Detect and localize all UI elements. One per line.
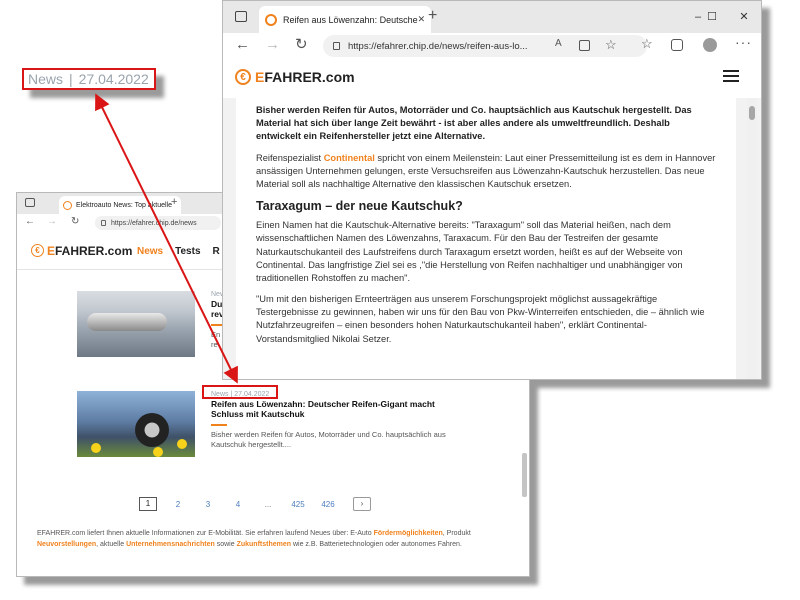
brand-rest: FAHRER.com xyxy=(264,69,355,85)
page-link[interactable]: 426 xyxy=(313,500,343,509)
title-underline xyxy=(211,423,227,426)
article-subheading: Taraxagum – der neue Kautschuk? xyxy=(256,199,463,214)
address-bar-row: ← → ↻ https://efahrer.chip.de/news/reife… xyxy=(223,33,761,57)
efahrer-favicon-icon xyxy=(265,13,277,26)
tab-title: Elektroauto News: Top aktuelle xyxy=(76,201,172,209)
footer-text: , aktuelle xyxy=(96,540,127,548)
lock-icon xyxy=(333,42,340,50)
list-item[interactable]: News | 27.04.2022 Reifen aus Löwenzahn: … xyxy=(77,391,455,457)
callout-separator: | xyxy=(69,71,73,87)
efahrer-logo[interactable]: € E FAHRER.com xyxy=(31,244,132,258)
dandelion-graphic xyxy=(177,439,187,449)
efahrer-logo-icon: € xyxy=(235,69,251,85)
callout-category: News xyxy=(28,71,64,87)
next-page-button[interactable]: › xyxy=(353,497,371,511)
tab-title: Reifen aus Löwenzahn: Deutsche xyxy=(283,14,418,25)
dandelion-graphic xyxy=(91,443,101,453)
app-available-icon[interactable] xyxy=(579,40,590,51)
article-paragraph: Einen Namen hat die Kautschuk-Alternativ… xyxy=(256,220,683,283)
article-paragraph: "Um mit den bisherigen Ernteerträgen aus… xyxy=(256,294,705,344)
forward-arrow-icon[interactable]: → xyxy=(47,217,57,227)
nav-item-tests[interactable]: Tests xyxy=(175,246,200,257)
profile-avatar[interactable] xyxy=(703,38,717,52)
tab-news-list[interactable]: Elektroauto News: Top aktuelle xyxy=(59,196,181,214)
article-lead: Bisher werden Reifen für Autos, Motorräd… xyxy=(256,105,692,142)
page-link[interactable]: 2 xyxy=(163,500,193,509)
article-thumbnail[interactable] xyxy=(77,391,195,457)
url-text: https://efahrer.chip.de/news xyxy=(111,219,197,227)
url-text: https://efahrer.chip.de/news/reifen-aus-… xyxy=(348,40,528,52)
page-link[interactable]: 3 xyxy=(193,500,223,509)
page-content-area: Bisher werden Reifen für Autos, Motorräd… xyxy=(223,98,761,379)
paragraph-text: Reifenspezialist xyxy=(256,152,324,163)
page-ellipsis: ... xyxy=(264,499,272,509)
annotation-highlight-box xyxy=(202,385,278,399)
pagination: 1 2 3 4 ... 425 426 › xyxy=(139,497,371,511)
reload-icon[interactable]: ↻ xyxy=(71,217,79,227)
favorites-icon[interactable]: ☆ xyxy=(641,37,653,50)
article-body: Bisher werden Reifen für Autos, Motorräd… xyxy=(236,98,736,379)
brand-prefix: E xyxy=(47,243,56,258)
callout-date: 27.04.2022 xyxy=(78,71,149,87)
tab-article[interactable]: Reifen aus Löwenzahn: Deutsche ✕ xyxy=(259,6,431,33)
maximize-icon[interactable]: ☐ xyxy=(697,1,727,33)
article-paragraph: Reifenspezialist Continental spricht von… xyxy=(256,152,716,192)
lock-icon xyxy=(101,220,106,226)
footer-link[interactable]: Neuvorstellungen xyxy=(37,541,96,548)
brand-rest: FAHRER.com xyxy=(55,243,133,258)
hamburger-menu-icon[interactable] xyxy=(723,70,739,82)
footer-text: wie z.B. Batterietechnologien oder auton… xyxy=(291,540,462,548)
url-field[interactable]: https://efahrer.chip.de/news/reifen-aus-… xyxy=(323,35,647,57)
scrollbar[interactable] xyxy=(522,453,527,497)
article-text: News | 27.04.2022 Reifen aus Löwenzahn: … xyxy=(195,391,455,457)
nav-item-more[interactable]: R xyxy=(213,246,220,257)
article-thumbnail[interactable] xyxy=(77,291,195,357)
tab-actions-icon[interactable] xyxy=(235,11,247,22)
url-field[interactable]: https://efahrer.chip.de/news xyxy=(95,216,221,230)
zoom-callout: News | 27.04.2022 xyxy=(22,68,156,90)
new-tab-icon[interactable]: + xyxy=(171,197,177,208)
scrollbar[interactable] xyxy=(747,98,757,379)
close-window-icon[interactable]: ✕ xyxy=(729,1,759,33)
tab-actions-icon[interactable] xyxy=(25,198,35,207)
footer-link[interactable]: Fördermöglichkeiten xyxy=(374,530,443,537)
article-title[interactable]: Reifen aus Löwenzahn: Deutscher Reifen-G… xyxy=(211,399,455,420)
tab-bar: Reifen aus Löwenzahn: Deutsche ✕ + – ☐ ✕ xyxy=(223,1,761,33)
footer-text: , Produkt xyxy=(442,530,471,537)
footer-link[interactable]: Zukunftsthemen xyxy=(237,541,291,548)
scrollbar-thumb[interactable] xyxy=(749,106,755,120)
footer-description: EFAHRER.com liefert Ihnen aktuelle Infor… xyxy=(37,529,507,550)
collections-icon[interactable] xyxy=(671,39,683,51)
efahrer-favicon-icon xyxy=(63,200,72,210)
page-link[interactable]: 425 xyxy=(283,500,313,509)
main-nav: News Tests R xyxy=(137,246,220,257)
truck-wheel-graphic xyxy=(135,413,169,447)
continental-link[interactable]: Continental xyxy=(324,153,375,163)
brand-prefix: E xyxy=(255,69,265,85)
footer-link[interactable]: Unternehmensnachrichten xyxy=(126,541,215,548)
efahrer-logo-icon: € xyxy=(31,244,44,257)
footer-text: EFAHRER.com liefert Ihnen aktuelle Infor… xyxy=(37,530,374,537)
back-arrow-icon[interactable]: ← xyxy=(25,217,35,227)
forward-arrow-icon[interactable]: → xyxy=(265,37,280,52)
footer-text: sowie xyxy=(214,540,237,548)
site-header: € E FAHRER.com xyxy=(223,57,761,97)
page-link[interactable]: 4 xyxy=(223,500,253,509)
dandelion-graphic xyxy=(153,447,163,457)
article-teaser: Bisher werden Reifen für Autos, Motorräd… xyxy=(211,429,446,449)
more-menu-icon[interactable]: ··· xyxy=(735,35,752,49)
page-current[interactable]: 1 xyxy=(139,497,157,511)
favorite-star-icon[interactable]: ☆ xyxy=(605,38,617,51)
efahrer-logo[interactable]: € E FAHRER.com xyxy=(235,69,355,85)
back-arrow-icon[interactable]: ← xyxy=(235,37,250,52)
new-tab-icon[interactable]: + xyxy=(428,8,437,24)
tab-close-icon[interactable]: ✕ xyxy=(418,14,426,25)
read-aloud-icon[interactable]: A xyxy=(555,39,562,49)
nav-item-news[interactable]: News xyxy=(137,246,163,257)
reload-icon[interactable]: ↻ xyxy=(295,37,308,52)
browser-window-article: Reifen aus Löwenzahn: Deutsche ✕ + – ☐ ✕… xyxy=(222,0,762,380)
